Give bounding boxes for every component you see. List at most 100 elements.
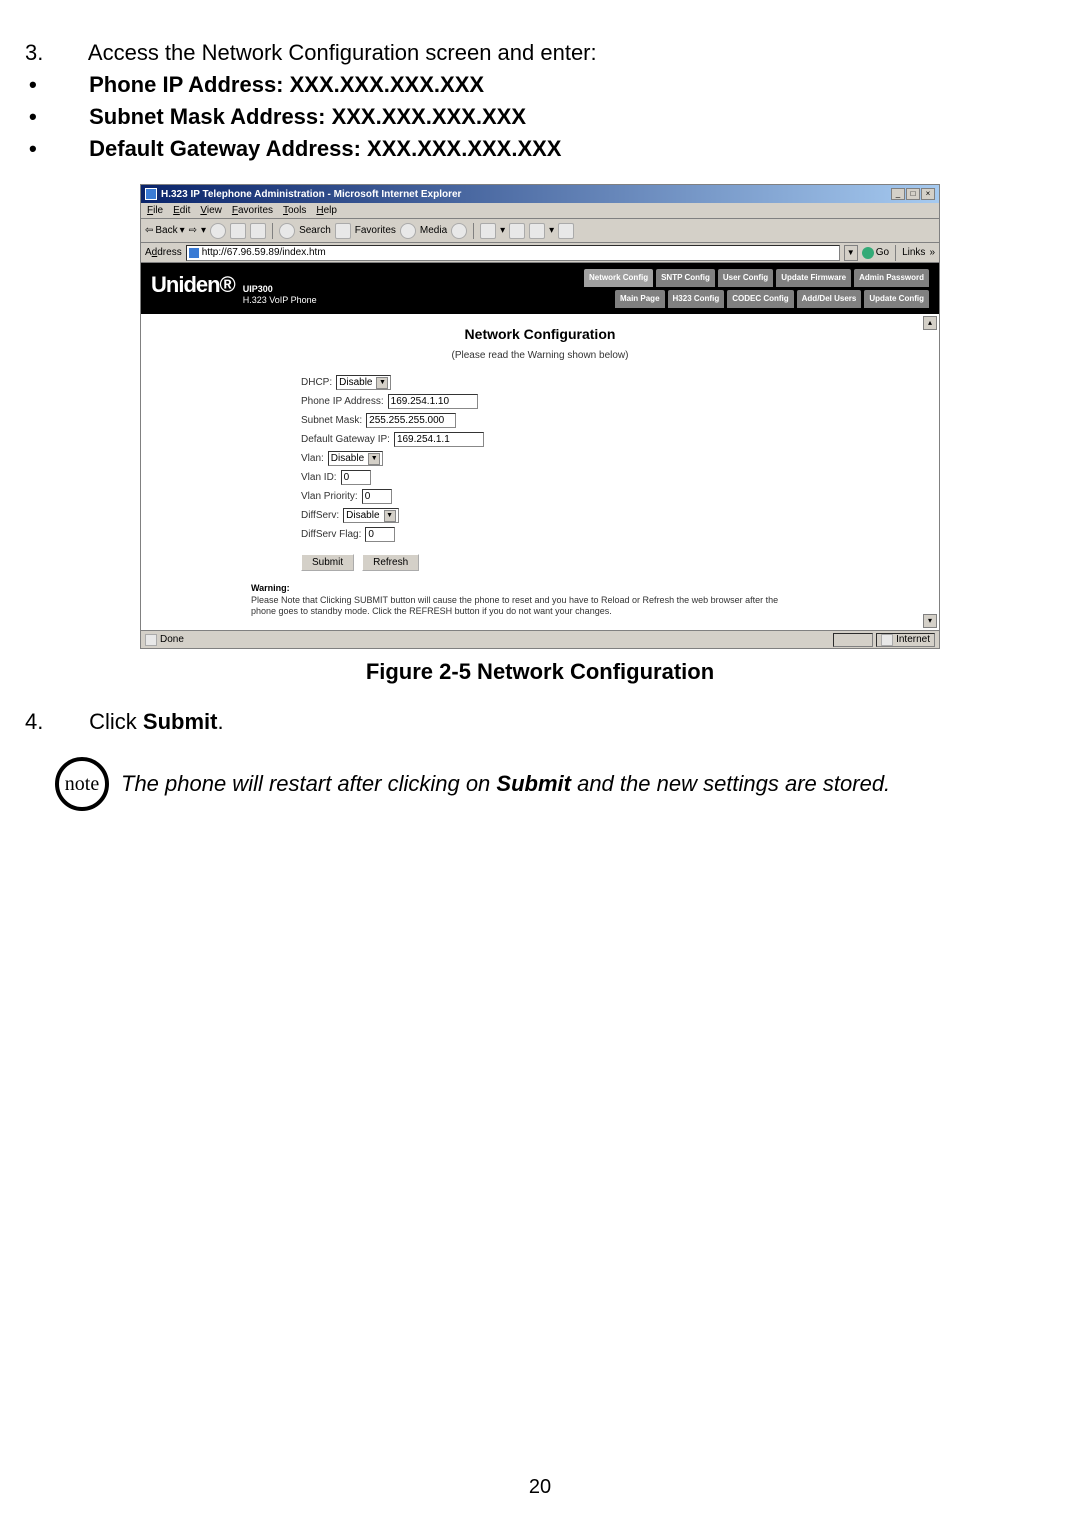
warning-title: Warning: [251, 583, 791, 595]
search-label: Search [299, 225, 331, 236]
bullet-text: Subnet Mask Address: XXX.XXX.XXX.XXX [89, 104, 526, 129]
maximize-button[interactable]: □ [906, 188, 920, 200]
ie-window: H.323 IP Telephone Administration - Micr… [140, 184, 940, 649]
page-number: 20 [529, 1476, 551, 1499]
address-input[interactable]: http://67.96.59.89/index.htm [186, 245, 840, 261]
search-icon[interactable] [279, 223, 295, 239]
diffflag-input[interactable] [365, 527, 395, 542]
step-4-bold: Submit [143, 709, 218, 734]
page-header: Uniden® UIP300 H.323 VoIP Phone Network … [141, 263, 939, 314]
menu-view[interactable]: View [200, 205, 222, 216]
step-4-line: 4. Click Submit. [55, 709, 1025, 735]
page-body: ▴ Network Configuration (Please read the… [141, 314, 939, 630]
toolbar: ⇦Back ▾ ⇨ ▾ Search Favorites Media ▾ ▾ [141, 219, 939, 243]
menu-favorites[interactable]: Favorites [232, 205, 273, 216]
tab-adddel-users[interactable]: Add/Del Users [797, 290, 862, 308]
bullet-subnet: • Subnet Mask Address: XXX.XXX.XXX.XXX [55, 104, 1025, 130]
vlanid-input[interactable] [341, 470, 371, 485]
home-icon[interactable] [250, 223, 266, 239]
screenshot-container: H.323 IP Telephone Administration - Micr… [55, 184, 1025, 649]
step-3-line: 3. Access the Network Configuration scre… [55, 40, 1025, 66]
bullet-gateway: • Default Gateway Address: XXX.XXX.XXX.X… [55, 136, 1025, 162]
bullet-dot: • [57, 72, 83, 98]
status-zone: Internet [876, 633, 935, 647]
links-label[interactable]: Links [902, 247, 925, 258]
chevron-down-icon: ▼ [376, 377, 388, 389]
step-3-number: 3. [55, 40, 83, 66]
dhcp-label: DHCP: [301, 377, 332, 388]
done-icon [145, 634, 157, 646]
diffserv-value: Disable [346, 510, 379, 521]
discuss-icon[interactable] [558, 223, 574, 239]
step-4-post: . [217, 709, 223, 734]
tab-main-page[interactable]: Main Page [615, 290, 665, 308]
vlan-select[interactable]: Disable ▼ [328, 451, 383, 466]
print-icon[interactable] [509, 223, 525, 239]
diffserv-select[interactable]: Disable ▼ [343, 508, 398, 523]
media-icon[interactable] [400, 223, 416, 239]
gateway-input[interactable] [394, 432, 484, 447]
refresh-button[interactable]: Refresh [362, 554, 419, 571]
page-icon [189, 248, 199, 258]
vlan-label: Vlan: [301, 453, 324, 464]
bullet-phone-ip: • Phone IP Address: XXX.XXX.XXX.XXX [55, 72, 1025, 98]
tab-update-config[interactable]: Update Config [864, 290, 929, 308]
warning-body: Please Note that Clicking SUBMIT button … [251, 595, 791, 618]
vlanpri-input[interactable] [362, 489, 392, 504]
tab-sntp-config[interactable]: SNTP Config [656, 269, 715, 287]
menu-tools[interactable]: Tools [283, 205, 306, 216]
forward-button[interactable]: ⇨ [189, 225, 197, 236]
bullet-dot: • [57, 136, 83, 162]
menu-help[interactable]: Help [316, 205, 337, 216]
address-label: Address [145, 247, 182, 258]
figure-caption: Figure 2-5 Network Configuration [55, 659, 1025, 685]
scroll-down-button[interactable]: ▾ [923, 614, 937, 628]
subnet-input[interactable] [366, 413, 456, 428]
tab-codec-config[interactable]: CODEC Config [727, 290, 793, 308]
menu-edit[interactable]: Edit [173, 205, 190, 216]
refresh-icon[interactable] [230, 223, 246, 239]
note-pre: The phone will restart after clicking on [121, 771, 496, 796]
note-text: The phone will restart after clicking on… [121, 771, 890, 797]
vlanpri-label: Vlan Priority: [301, 491, 358, 502]
phone-ip-label: Phone IP Address: [301, 396, 384, 407]
internet-icon [881, 634, 893, 646]
phone-ip-input[interactable] [388, 394, 478, 409]
note-badge: note [55, 757, 109, 811]
mail-icon[interactable] [480, 223, 496, 239]
step-4-number: 4. [55, 709, 83, 735]
tab-admin-password[interactable]: Admin Password [854, 269, 929, 287]
scroll-up-button[interactable]: ▴ [923, 316, 937, 330]
warning-block: Warning: Please Note that Clicking SUBMI… [251, 583, 791, 618]
tab-update-firmware[interactable]: Update Firmware [776, 269, 851, 287]
tab-network-config[interactable]: Network Config [584, 269, 653, 287]
edit-icon[interactable] [529, 223, 545, 239]
tab-h323-config[interactable]: H323 Config [668, 290, 725, 308]
tab-user-config[interactable]: User Config [718, 269, 773, 287]
vlan-value: Disable [331, 453, 364, 464]
status-done: Done [160, 634, 184, 645]
stop-icon[interactable] [210, 223, 226, 239]
links-chevron[interactable]: » [929, 247, 935, 258]
zone-label: Internet [896, 634, 930, 645]
history-icon[interactable] [451, 223, 467, 239]
status-bar: Done Internet [141, 630, 939, 648]
dhcp-select[interactable]: Disable ▼ [336, 375, 391, 390]
address-bar: Address http://67.96.59.89/index.htm ▼ G… [141, 243, 939, 263]
titlebar: H.323 IP Telephone Administration - Micr… [141, 185, 939, 203]
address-dropdown[interactable]: ▼ [844, 245, 858, 261]
note-bold: Submit [496, 771, 571, 796]
chevron-down-icon: ▼ [384, 510, 396, 522]
back-button[interactable]: ⇦Back ▾ [145, 225, 185, 236]
menu-file[interactable]: File [147, 205, 163, 216]
model-label: UIP300 [243, 284, 317, 295]
diffflag-label: DiffServ Flag: [301, 529, 361, 540]
go-button[interactable]: Go [862, 247, 889, 259]
favorites-icon[interactable] [335, 223, 351, 239]
minimize-button[interactable]: _ [891, 188, 905, 200]
page-title: Network Configuration [161, 326, 919, 342]
close-button[interactable]: × [921, 188, 935, 200]
status-blank [833, 633, 873, 647]
submit-button[interactable]: Submit [301, 554, 354, 571]
dhcp-value: Disable [339, 377, 372, 388]
